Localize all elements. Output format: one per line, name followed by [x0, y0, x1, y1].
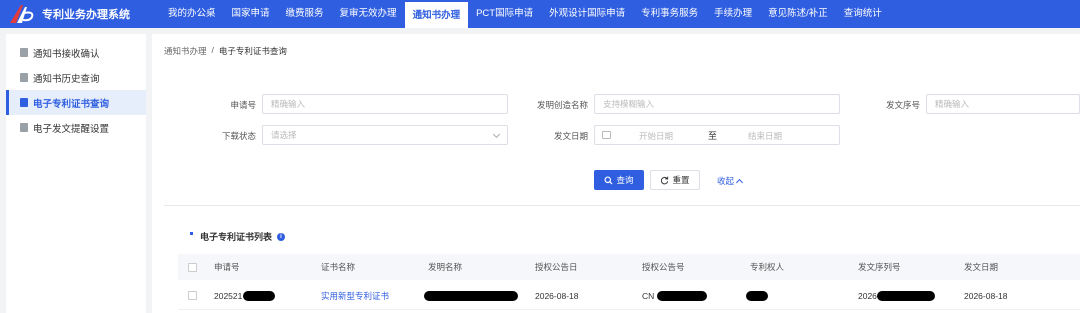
breadcrumb-parent[interactable]: 通知书办理 [164, 45, 207, 57]
column-header: 授权公告号 [642, 262, 685, 272]
column-header: 专利权人 [750, 262, 785, 272]
list-title-marker [190, 232, 193, 235]
query-button-label: 查询 [616, 175, 634, 185]
sidebar-item-label: 通知书历史查询 [33, 73, 100, 85]
breadcrumb-current: 电子专利证书查询 [218, 46, 287, 56]
column-header: 发文日期 [964, 262, 999, 272]
invention-name-label: 发明创造名称 [536, 100, 588, 110]
redaction-mark [876, 290, 935, 301]
cell-cert-name[interactable]: 实用新型专利证书 [321, 282, 389, 309]
chevron-down-icon [492, 130, 501, 139]
date-range-separator: 至 [708, 131, 718, 141]
calendar-icon [602, 131, 611, 139]
chevron-up-icon [735, 178, 744, 187]
doc-serial-input[interactable]: 精确输入 [926, 94, 1080, 114]
breadcrumb-separator: / [211, 45, 214, 55]
column-header: 申请号 [214, 262, 240, 272]
cell-grant-no: CN [642, 282, 708, 309]
sidebar-item-certificate-query[interactable]: 电子专利证书查询 [6, 90, 146, 115]
search-icon [604, 175, 613, 185]
doc-date-range-picker[interactable]: 开始日期 至 结束日期 [594, 125, 840, 145]
logo-icon [8, 3, 38, 25]
nav-design-international[interactable]: 外观设计国际申请 [541, 0, 633, 28]
redaction-mark [243, 290, 276, 301]
nav-my-desk[interactable]: 我的办公桌 [160, 0, 224, 28]
doc-date-label: 发文日期 [553, 131, 588, 141]
cell-grant-date: 2026-08-18 [535, 290, 579, 301]
sidebar-item-notice-history[interactable]: 通知书历史查询 [6, 65, 146, 90]
select-all-checkbox[interactable] [188, 254, 197, 280]
invention-name-input[interactable]: 支持模糊输入 [594, 94, 840, 114]
app-no-input[interactable]: 精确输入 [262, 94, 508, 114]
column-header: 授权公告日 [535, 262, 578, 272]
refresh-icon [661, 176, 669, 184]
download-status-select[interactable]: 请选择 [262, 125, 508, 145]
column-header: 发明名称 [428, 262, 463, 272]
checkbox-box [188, 291, 197, 300]
collapse-label: 收起 [717, 176, 735, 186]
download-status-placeholder: 请选择 [271, 130, 297, 140]
nav-query-statistics[interactable]: 查询统计 [836, 0, 890, 28]
app-no-label: 申请号 [230, 100, 256, 110]
column-header: 发文序列号 [858, 262, 901, 272]
nav-patent-affairs[interactable]: 专利事务服务 [633, 0, 706, 28]
sidebar: 通知书接收确认 通知书历史查询 电子专利证书查询 电子发文提醒设置 [6, 34, 146, 313]
sidebar-item-notice-receipt[interactable]: 通知书接收确认 [6, 40, 146, 65]
main-panel: 通知书办理 / 电子专利证书查询 申请号 精确输入 发明创造名称 支持模糊输入 … [152, 34, 1080, 313]
app-no-placeholder: 精确输入 [271, 99, 306, 109]
breadcrumb: 通知书办理 / 电子专利证书查询 [164, 45, 287, 57]
main-nav: 我的办公桌 国家申请 缴费服务 复审无效办理 通知书办理 PCT国际申请 外观设… [160, 0, 890, 28]
top-navbar: 专利业务办理系统 我的办公桌 国家申请 缴费服务 复审无效办理 通知书办理 PC… [0, 0, 1080, 28]
app-title: 专利业务办理系统 [42, 9, 130, 21]
row-checkbox[interactable] [188, 282, 197, 309]
certificate-icon [20, 98, 28, 107]
doc-serial-placeholder: 精确输入 [935, 99, 970, 109]
sidebar-item-label: 电子专利证书查询 [33, 98, 110, 110]
nav-national-application[interactable]: 国家申请 [224, 0, 278, 28]
document-icon [20, 48, 28, 57]
download-status-label: 下载状态 [221, 131, 256, 141]
app-no-value: 202521 [214, 290, 243, 301]
nav-reexamination[interactable]: 复审无效办理 [332, 0, 405, 28]
cell-doc-date: 2026-08-18 [964, 290, 1008, 301]
nav-fee-service[interactable]: 缴费服务 [278, 0, 332, 28]
edit-icon [20, 123, 28, 132]
table-row[interactable]: 202521 实用新型专利证书 2026-08-18 CN 2026 2026-… [178, 282, 1080, 310]
date-start-placeholder: 开始日期 [639, 131, 674, 141]
reset-button-label: 重置 [672, 175, 690, 185]
cell-invention-name [424, 282, 518, 309]
cell-app-no: 202521 [214, 282, 276, 309]
info-icon[interactable]: i [277, 232, 286, 241]
grant-no-value: CN [642, 290, 655, 301]
sidebar-item-label: 电子发文提醒设置 [33, 123, 110, 135]
query-button[interactable]: 查询 [594, 170, 644, 190]
cell-serial-no: 2026 [858, 282, 935, 309]
column-header: 证书名称 [321, 262, 356, 272]
sidebar-item-reminder-settings[interactable]: 电子发文提醒设置 [6, 115, 146, 140]
certificate-list-heading: 电子专利证书列表 i [200, 230, 286, 243]
nav-notice-handling[interactable]: 通知书办理 [404, 0, 469, 28]
nav-procedures[interactable]: 手续办理 [706, 0, 760, 28]
redaction-mark [746, 290, 768, 301]
checkbox-box [188, 262, 197, 272]
serial-no-value: 2026 [858, 290, 877, 301]
redaction-mark [424, 290, 518, 301]
app-logo[interactable]: 专利业务办理系统 [0, 3, 160, 25]
nav-pct-application[interactable]: PCT国际申请 [468, 0, 541, 28]
list-title: 电子专利证书列表 [200, 232, 273, 242]
sidebar-item-label: 通知书接收确认 [33, 48, 100, 60]
reset-button[interactable]: 重置 [650, 170, 700, 190]
nav-opinion-correction[interactable]: 意见陈述/补正 [760, 0, 836, 28]
document-icon [20, 73, 28, 82]
doc-serial-label: 发文序号 [885, 100, 920, 110]
section-divider [164, 205, 1080, 206]
collapse-toggle[interactable]: 收起 [717, 175, 744, 187]
invention-name-placeholder: 支持模糊输入 [603, 99, 655, 109]
date-end-placeholder: 结束日期 [748, 131, 783, 141]
cell-patentee [746, 282, 768, 309]
redaction-mark [657, 290, 708, 301]
table-header: 申请号 证书名称 发明名称 授权公告日 授权公告号 专利权人 发文序列号 发文日… [178, 254, 1080, 280]
